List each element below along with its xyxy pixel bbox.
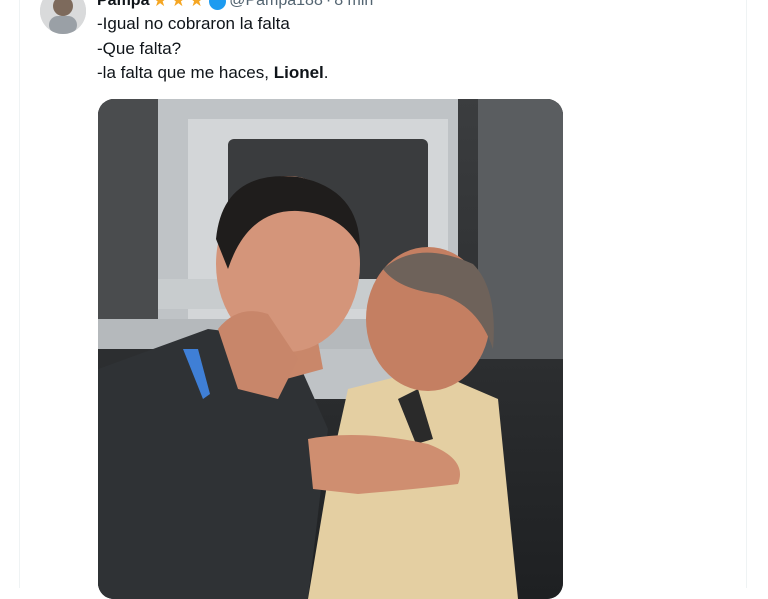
tweet-line-2: -Que falta?	[97, 38, 182, 58]
star-icon: ★	[152, 0, 168, 10]
tweet-line-1: -Igual no cobraron la falta	[97, 14, 290, 33]
star-icon: ★	[188, 0, 205, 10]
tweet-photo[interactable]	[98, 99, 563, 599]
verified-badge-icon	[209, 0, 227, 10]
separator: ·	[325, 0, 332, 9]
tweet-line-3-text: -la falta que me haces,	[97, 63, 274, 82]
author-name[interactable]: Pampa	[97, 0, 149, 11]
tweet-line-3-end: .	[323, 63, 329, 82]
tweet-header: Pampa ★ ★ ★ @Pampa188 · 8 min	[97, 0, 373, 11]
star-icon: ★	[170, 0, 186, 10]
tweet-line-3: -la falta que me haces, Lionel.	[97, 61, 329, 86]
tweet-text: -Igual no cobraron la falta -Que falta? …	[97, 12, 329, 86]
tweet-timestamp[interactable]: 8 min	[334, 0, 373, 11]
tweet-line-3-bold: Lionel	[273, 63, 324, 82]
author-handle[interactable]: @Pampa188	[229, 0, 323, 11]
